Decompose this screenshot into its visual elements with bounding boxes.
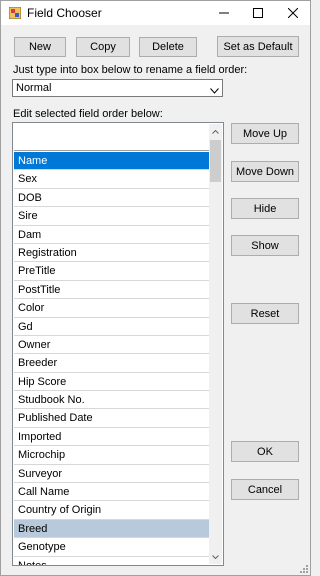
minimize-icon [219,12,229,14]
reset-button[interactable]: Reset [231,303,299,324]
show-button[interactable]: Show [231,235,299,256]
new-button[interactable]: New [14,37,66,57]
scroll-up-arrow-icon[interactable] [209,124,222,139]
window-title: Field Chooser [27,6,102,20]
close-icon [288,8,298,18]
field-list-item[interactable]: Hip Score [14,373,209,392]
field-list-item[interactable]: Studbook No. [14,391,209,410]
field-list-item[interactable]: Breed [14,519,209,539]
field-list-item[interactable]: Gd [14,318,209,336]
field-list[interactable]: Name Sex DOB Sire Dam Registration PreTitle Pos… [12,122,224,566]
field-list-item[interactable]: PostTitle [14,281,209,300]
rename-label: Just type into box below to rename a fie… [13,64,248,76]
field-list-item[interactable]: Surveyor [14,465,209,484]
field-list-item[interactable]: Owner [14,336,209,355]
field-items: Name Sex DOB Sire Dam Registration PreTitle Pos… [14,152,209,565]
scroll-thumb[interactable] [210,140,221,182]
maximize-icon [253,8,263,18]
resize-grip-icon[interactable] [298,563,308,573]
field-order-value[interactable]: Normal [16,82,51,94]
field-list-item[interactable]: Country of Origin [14,501,209,520]
field-chooser-window: Field Chooser New Copy Delete Set as Def… [0,0,311,576]
field-list-item[interactable]: Call Name [14,483,209,502]
title-bar[interactable]: Field Chooser [1,1,310,25]
field-list-item[interactable]: Published Date [14,409,209,428]
field-list-item[interactable]: DOB [14,189,209,208]
close-button[interactable] [276,1,310,25]
move-up-button[interactable]: Move Up [231,123,299,144]
field-list-item[interactable]: Genotype [14,538,209,557]
delete-button[interactable]: Delete [139,37,197,57]
vertical-scrollbar[interactable] [209,124,222,564]
app-icon [8,6,22,20]
cancel-button[interactable]: Cancel [231,479,299,500]
field-list-item[interactable]: Color [14,299,209,318]
field-list-item[interactable]: Dam [14,226,209,244]
field-list-item[interactable]: PreTitle [14,262,209,281]
field-list-item[interactable]: Sire [14,207,209,226]
edit-order-label: Edit selected field order below: [13,108,163,120]
ok-button[interactable]: OK [231,441,299,462]
field-edit-row[interactable] [14,124,209,151]
field-list-item[interactable]: Breeder [14,354,209,373]
move-down-button[interactable]: Move Down [231,161,299,182]
copy-button[interactable]: Copy [76,37,130,57]
field-list-item[interactable]: Imported [14,428,209,447]
scroll-down-arrow-icon[interactable] [209,549,222,564]
field-list-item[interactable]: Name [14,152,209,171]
minimize-button[interactable] [207,1,241,25]
maximize-button[interactable] [241,1,275,25]
field-list-item[interactable]: Registration [14,244,209,263]
field-list-item[interactable]: Microchip [14,446,209,465]
field-list-item[interactable]: Notes [14,557,209,565]
chevron-down-icon[interactable] [210,85,219,94]
set-as-default-button[interactable]: Set as Default [217,36,299,57]
field-order-combobox[interactable]: Normal [12,79,223,97]
field-list-item[interactable]: Sex [14,170,209,189]
hide-button[interactable]: Hide [231,198,299,219]
